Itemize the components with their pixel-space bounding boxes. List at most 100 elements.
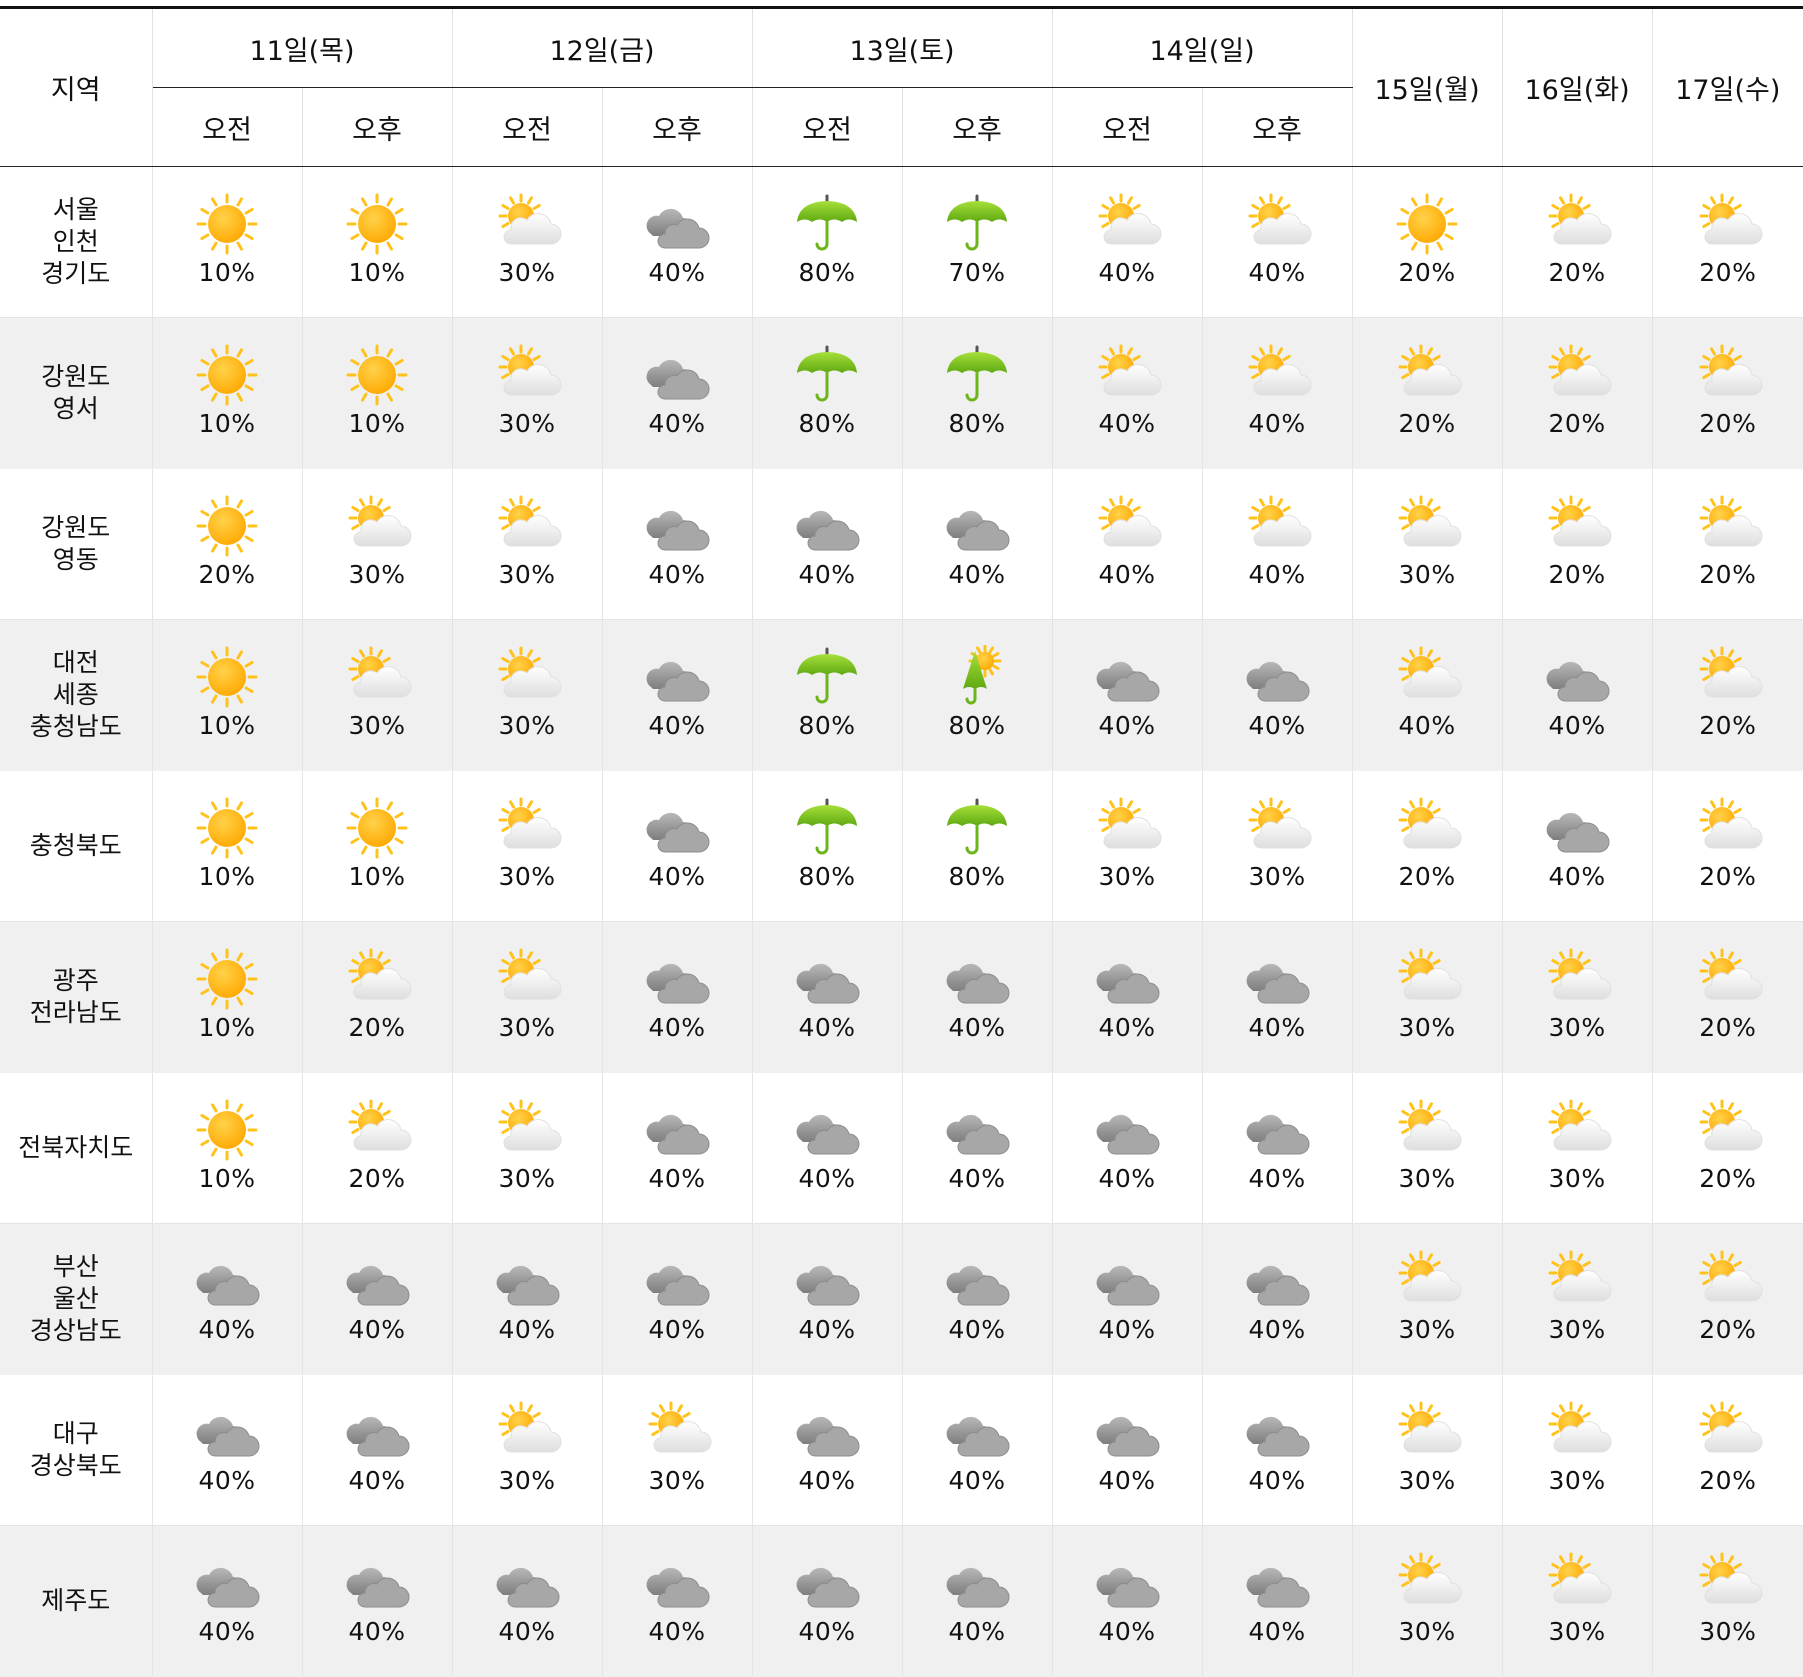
precipitation-probability: 20% bbox=[1398, 861, 1456, 891]
weather-forecast-table: 지역 11일(목) 12일(금) 13일(토) 14일(일) 15일(월) 16… bbox=[0, 6, 1803, 1677]
forecast-cell: 10% bbox=[301, 317, 453, 469]
forecast-cell: 10% bbox=[301, 770, 453, 922]
table-row: 대전 세종 충청남도 10% 30% 30% 40% 80% 80% 40% 4… bbox=[0, 619, 1803, 771]
period-header-am: 오전 bbox=[151, 87, 302, 167]
precipitation-probability: 40% bbox=[1248, 257, 1306, 287]
precipitation-probability: 30% bbox=[1398, 1163, 1456, 1193]
forecast-cell: 30% bbox=[451, 1072, 603, 1224]
forecast-cell: 30% bbox=[1351, 1072, 1503, 1224]
forecast-cell: 80% bbox=[901, 317, 1053, 469]
forecast-cell: 80% bbox=[751, 166, 903, 318]
cloudy-icon bbox=[191, 1406, 263, 1464]
cloudy-icon bbox=[941, 1255, 1013, 1313]
partly-cloudy-icon bbox=[1091, 193, 1163, 256]
cloudy-icon bbox=[641, 953, 713, 1011]
cloudy-icon bbox=[191, 1557, 263, 1615]
partly-cloudy-icon bbox=[1692, 193, 1764, 256]
precipitation-probability: 20% bbox=[1398, 257, 1456, 287]
precipitation-probability: 70% bbox=[948, 257, 1006, 287]
precipitation-probability: 20% bbox=[1699, 1465, 1757, 1495]
rain-umbrella-icon bbox=[791, 345, 863, 407]
precipitation-probability: 20% bbox=[1699, 1163, 1757, 1193]
precipitation-probability: 30% bbox=[1699, 1616, 1757, 1646]
forecast-cell: 40% bbox=[901, 1072, 1053, 1224]
precipitation-probability: 30% bbox=[1248, 861, 1306, 891]
precipitation-probability: 40% bbox=[648, 1163, 706, 1193]
forecast-cell: 40% bbox=[1201, 921, 1353, 1073]
rain-umbrella-icon bbox=[941, 194, 1013, 256]
precipitation-probability: 30% bbox=[648, 1465, 706, 1495]
forecast-cell: 40% bbox=[151, 1374, 302, 1526]
forecast-cell: 70% bbox=[901, 166, 1053, 318]
precipitation-probability: 80% bbox=[798, 861, 856, 891]
precipitation-probability: 40% bbox=[1098, 1465, 1156, 1495]
partly-cloudy-icon bbox=[491, 797, 563, 860]
precipitation-probability: 40% bbox=[798, 1163, 856, 1193]
forecast-cell: 40% bbox=[1051, 1374, 1203, 1526]
cloudy-icon bbox=[1091, 1104, 1163, 1162]
cloudy-icon bbox=[1091, 651, 1163, 709]
cloudy-icon bbox=[791, 953, 863, 1011]
forecast-cell: 40% bbox=[601, 1223, 753, 1375]
region-name: 제주도 bbox=[0, 1525, 152, 1677]
cloudy-icon bbox=[191, 1255, 263, 1313]
precipitation-probability: 30% bbox=[498, 861, 556, 891]
region-name-line: 대전 bbox=[52, 648, 99, 677]
forecast-cell: 30% bbox=[1351, 1374, 1503, 1526]
region-name-line: 전북자치도 bbox=[18, 1133, 134, 1162]
precipitation-probability: 30% bbox=[498, 257, 556, 287]
forecast-cell: 30% bbox=[301, 468, 453, 620]
precipitation-probability: 30% bbox=[498, 408, 556, 438]
partly-cloudy-icon bbox=[491, 646, 563, 709]
region-name-line: 광주 bbox=[52, 966, 99, 995]
forecast-cell: 40% bbox=[751, 1525, 903, 1677]
region-name-line: 대구 bbox=[52, 1419, 99, 1448]
precipitation-probability: 40% bbox=[1248, 1465, 1306, 1495]
partly-cloudy-icon bbox=[1541, 495, 1613, 558]
precipitation-probability: 40% bbox=[498, 1314, 556, 1344]
forecast-cell: 20% bbox=[1351, 166, 1503, 318]
day-header: 15일(월) bbox=[1351, 7, 1503, 167]
forecast-cell: 30% bbox=[1051, 770, 1203, 922]
precipitation-probability: 40% bbox=[1398, 710, 1456, 740]
partly-cloudy-icon bbox=[341, 646, 413, 709]
forecast-cell: 40% bbox=[1201, 166, 1353, 318]
partly-cloudy-icon bbox=[1541, 1250, 1613, 1313]
precipitation-probability: 40% bbox=[648, 1616, 706, 1646]
cloudy-icon bbox=[791, 1255, 863, 1313]
forecast-cell: 40% bbox=[751, 1072, 903, 1224]
forecast-cell: 30% bbox=[1501, 1223, 1653, 1375]
forecast-cell: 30% bbox=[1501, 1374, 1653, 1526]
precipitation-probability: 30% bbox=[498, 1465, 556, 1495]
precipitation-probability: 30% bbox=[1548, 1012, 1606, 1042]
forecast-cell: 40% bbox=[1201, 317, 1353, 469]
cloudy-icon bbox=[1091, 1557, 1163, 1615]
forecast-cell: 40% bbox=[601, 1072, 753, 1224]
forecast-cell: 40% bbox=[301, 1223, 453, 1375]
precipitation-probability: 30% bbox=[1098, 861, 1156, 891]
forecast-cell: 30% bbox=[451, 317, 603, 469]
cloudy-icon bbox=[641, 349, 713, 407]
precipitation-probability: 80% bbox=[948, 710, 1006, 740]
shower-umbrella-sun-icon bbox=[941, 644, 1013, 709]
precipitation-probability: 30% bbox=[1548, 1163, 1606, 1193]
cloudy-icon bbox=[641, 802, 713, 860]
region-name-line: 제주도 bbox=[41, 1586, 111, 1615]
forecast-cell: 40% bbox=[1201, 1525, 1353, 1677]
precipitation-probability: 20% bbox=[1699, 559, 1757, 589]
forecast-cell: 20% bbox=[1651, 921, 1803, 1073]
forecast-cell: 20% bbox=[1651, 1223, 1803, 1375]
precipitation-probability: 40% bbox=[648, 257, 706, 287]
precipitation-probability: 30% bbox=[1548, 1314, 1606, 1344]
forecast-cell: 40% bbox=[1051, 1072, 1203, 1224]
region-name-line: 인천 bbox=[52, 227, 99, 256]
table-row: 광주 전라남도 10% 20% 30% 40% 40% 40% 40% 40% … bbox=[0, 921, 1803, 1073]
precipitation-probability: 10% bbox=[198, 257, 256, 287]
forecast-cell: 40% bbox=[901, 1525, 1053, 1677]
forecast-cell: 30% bbox=[1351, 921, 1503, 1073]
precipitation-probability: 80% bbox=[798, 710, 856, 740]
precipitation-probability: 40% bbox=[348, 1616, 406, 1646]
forecast-cell: 40% bbox=[901, 1223, 1053, 1375]
table-row: 서울 인천 경기도 10% 10% 30% 40% 80% 70% 40% 40… bbox=[0, 166, 1803, 318]
sunny-icon bbox=[191, 1099, 263, 1162]
